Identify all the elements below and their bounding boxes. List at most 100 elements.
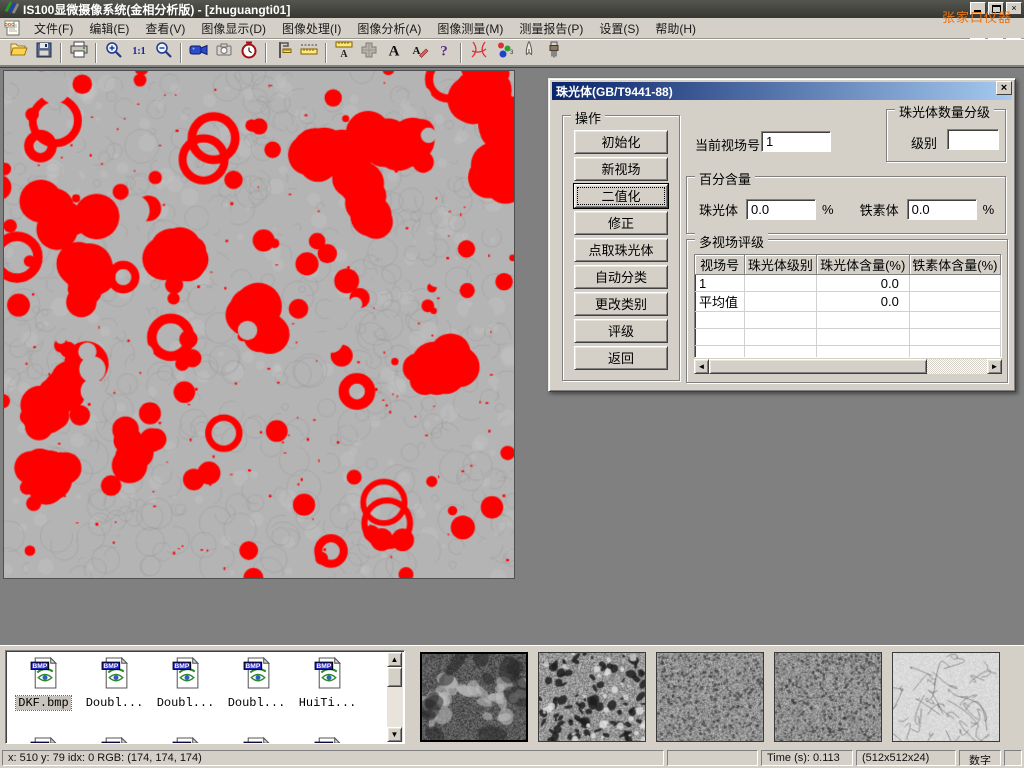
table-row-4[interactable] [695, 329, 1001, 346]
file-item-row2-5[interactable]: BMP [292, 733, 363, 744]
bmp-file-icon: BMP [313, 737, 343, 744]
op-button-6[interactable]: 自动分类 [574, 265, 668, 289]
menu-item-10[interactable]: 帮助(H) [647, 18, 704, 39]
op-button-2[interactable]: 新视场 [574, 157, 668, 181]
op-button-3[interactable]: 二值化 [574, 184, 668, 208]
open-file-button[interactable] [6, 41, 31, 64]
ferrite-percent-input[interactable] [907, 199, 977, 220]
op-button-7[interactable]: 更改类别 [574, 292, 668, 316]
file-item-row2-4[interactable]: BMP [221, 733, 292, 744]
dialog-title-bar[interactable]: 珠光体(GB/T9441-88) [552, 82, 1012, 100]
menu-item-1[interactable]: 文件(F) [26, 18, 81, 39]
op-button-1[interactable]: 初始化 [574, 130, 668, 154]
pen-icon [519, 40, 539, 65]
table-header-2[interactable]: 珠光体级别 [745, 255, 816, 275]
svg-text:BMP: BMP [245, 663, 260, 670]
measure-label-button[interactable]: A [331, 41, 356, 64]
toolbar-separator [460, 43, 462, 63]
menu-item-4[interactable]: 图像显示(D) [193, 18, 274, 39]
file-item-row2-2[interactable]: BMP [79, 733, 150, 744]
snapshot-button[interactable] [211, 41, 236, 64]
scroll-right-icon[interactable]: ► [987, 359, 1002, 374]
table-header-1[interactable]: 视场号 [695, 255, 745, 275]
table-row-5[interactable] [695, 346, 1001, 359]
toolbar-separator [180, 43, 182, 63]
menu-item-9[interactable]: 设置(S) [591, 18, 647, 39]
vendor-watermark: 张家口仪器 [942, 7, 1012, 26]
menu-item-7[interactable]: 图像测量(M) [429, 18, 511, 39]
scroll-left-icon[interactable]: ◄ [694, 359, 709, 374]
zoom-in-button[interactable] [101, 41, 126, 64]
title-bar: IS100显微摄像系统(金相分析版) - [zhuguangti01] × [0, 0, 1024, 18]
file-item-3[interactable]: BMPDoubl... [150, 653, 221, 710]
file-list-scrollbar[interactable]: ▲ ▼ [387, 652, 403, 742]
bmp-file-icon: BMP [242, 657, 272, 694]
svg-text:3: 3 [510, 50, 514, 56]
svg-text:1:1: 1:1 [132, 46, 145, 57]
preview-thumbnail-3[interactable] [656, 652, 764, 742]
file-item-row2-3[interactable]: BMP [150, 733, 221, 744]
timer-button[interactable] [236, 41, 261, 64]
menu-item-3[interactable]: 查看(V) [137, 18, 193, 39]
table-row-3[interactable] [695, 312, 1001, 329]
ruler-measure-button[interactable] [296, 41, 321, 64]
preview-thumbnail-1[interactable] [420, 652, 528, 742]
op-button-4[interactable]: 修正 [574, 211, 668, 235]
menu-item-5[interactable]: 图像处理(I) [274, 18, 349, 39]
table-horizontal-scrollbar[interactable]: ◄ ► [694, 359, 1002, 374]
toolbar-separator [95, 43, 97, 63]
annotate-button[interactable]: A [406, 41, 431, 64]
table-header-4[interactable]: 铁素体含量(%) [909, 255, 1000, 275]
merge-grid-button[interactable] [356, 41, 381, 64]
table-header-3[interactable]: 珠光体含量(%) [816, 255, 909, 275]
scroll-up-icon[interactable]: ▲ [387, 652, 402, 667]
menu-item-6[interactable]: 图像分析(A) [349, 18, 429, 39]
save-button[interactable] [31, 41, 56, 64]
letter-a-icon: A [384, 40, 404, 65]
current-field-label: 当前视场号 [695, 135, 760, 154]
file-item-2[interactable]: BMPDoubl... [79, 653, 150, 710]
level-input[interactable] [947, 129, 999, 150]
current-field-input[interactable] [761, 131, 831, 152]
brush-tool-button[interactable] [541, 41, 566, 64]
scroll-down-icon[interactable]: ▼ [387, 727, 402, 742]
table-row-2[interactable]: 平均值0.0 [695, 292, 1001, 312]
file-item-4[interactable]: BMP Doubl... [221, 653, 292, 710]
thumbnail-strip [420, 652, 1000, 742]
dialog-close-button[interactable]: × [996, 81, 1012, 95]
pen-tool-button[interactable] [516, 41, 541, 64]
preview-thumbnail-2[interactable] [538, 652, 646, 742]
svg-text:BMP: BMP [245, 743, 260, 744]
op-button-8[interactable]: 评级 [574, 319, 668, 343]
file-name: Doubl... [226, 696, 288, 710]
preview-thumbnail-4[interactable] [774, 652, 882, 742]
preview-thumbnail-5[interactable] [892, 652, 1000, 742]
ruler-icon [299, 40, 319, 65]
table-row-1[interactable]: 10.0 [695, 275, 1001, 292]
help-button[interactable]: ? [431, 41, 456, 64]
actual-size-button[interactable]: 1:1 [126, 41, 151, 64]
op-button-9[interactable]: 返回 [574, 346, 668, 370]
caliper-measure-button[interactable] [271, 41, 296, 64]
metallographic-image[interactable] [3, 70, 515, 579]
scrollbar-thumb[interactable] [709, 359, 927, 374]
file-item-row2-1[interactable]: BMP [8, 733, 79, 744]
print-button[interactable] [66, 41, 91, 64]
zoom-out-button[interactable] [151, 41, 176, 64]
file-item-5[interactable]: BMPHuiTi... [292, 653, 363, 710]
curve-tool-button[interactable] [466, 41, 491, 64]
menu-item-2[interactable]: 编辑(E) [81, 18, 137, 39]
toolbar-separator [265, 43, 267, 63]
op-button-5[interactable]: 点取珠光体 [574, 238, 668, 262]
menu-item-8[interactable]: 测量报告(P) [511, 18, 591, 39]
file-item-1[interactable]: BMPDKF.bmp [8, 653, 79, 710]
classify-dots-button[interactable]: 3 [491, 41, 516, 64]
svg-text:BMP: BMP [174, 743, 189, 744]
toolbar-separator [60, 43, 62, 63]
video-capture-button[interactable] [186, 41, 211, 64]
pearlite-percent-input[interactable] [746, 199, 816, 220]
dialog-title: 珠光体(GB/T9441-88) [556, 83, 673, 100]
text-tool-button[interactable]: A [381, 41, 406, 64]
file-scrollbar-thumb[interactable] [387, 667, 402, 687]
status-time: Time (s): 0.113 [761, 750, 853, 766]
